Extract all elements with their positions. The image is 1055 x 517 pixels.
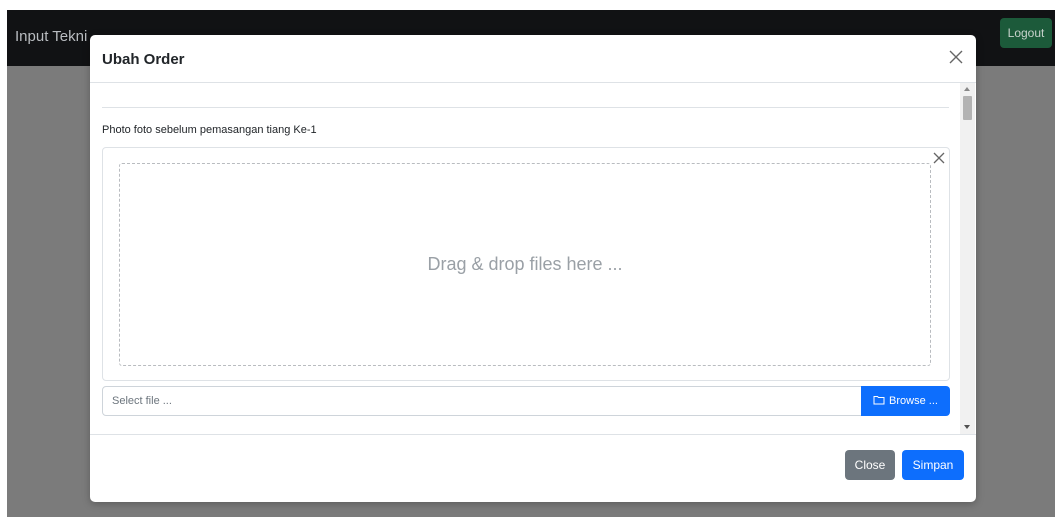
modal-title: Ubah Order [102,51,185,68]
file-placeholder-text: Select file ... [112,395,172,407]
file-preview-box: Drag & drop files here ... [102,147,950,381]
divider [102,107,949,108]
logout-button[interactable]: Logout [1000,18,1052,48]
folder-icon [873,395,885,408]
save-button[interactable]: Simpan [902,450,964,480]
scroll-up-icon[interactable] [964,87,970,91]
modal-close-icon[interactable] [946,47,966,67]
preview-close-icon[interactable] [931,150,947,166]
file-caption-input[interactable]: Select file ... [102,386,863,416]
close-button[interactable]: Close [845,450,895,480]
modal-header: Ubah Order [90,35,976,83]
drop-zone-text: Drag & drop files here ... [427,254,623,274]
modal-scrollbar[interactable] [960,83,975,434]
file-drop-zone[interactable]: Drag & drop files here ... [119,163,931,366]
scroll-down-icon[interactable] [964,425,970,429]
modal-body: Photo foto sebelum pemasangan tiang Ke-1… [90,83,976,434]
scroll-thumb[interactable] [963,96,972,120]
browse-button[interactable]: Browse ... [861,386,950,416]
modal-footer: Close Simpan [90,434,976,502]
photo-field-label: Photo foto sebelum pemasangan tiang Ke-1 [102,124,317,136]
browse-label: Browse ... [889,395,938,407]
navbar-brand[interactable]: Input Tekni [15,28,87,45]
edit-order-modal: Ubah Order Photo foto sebelum pemasangan… [90,35,976,502]
